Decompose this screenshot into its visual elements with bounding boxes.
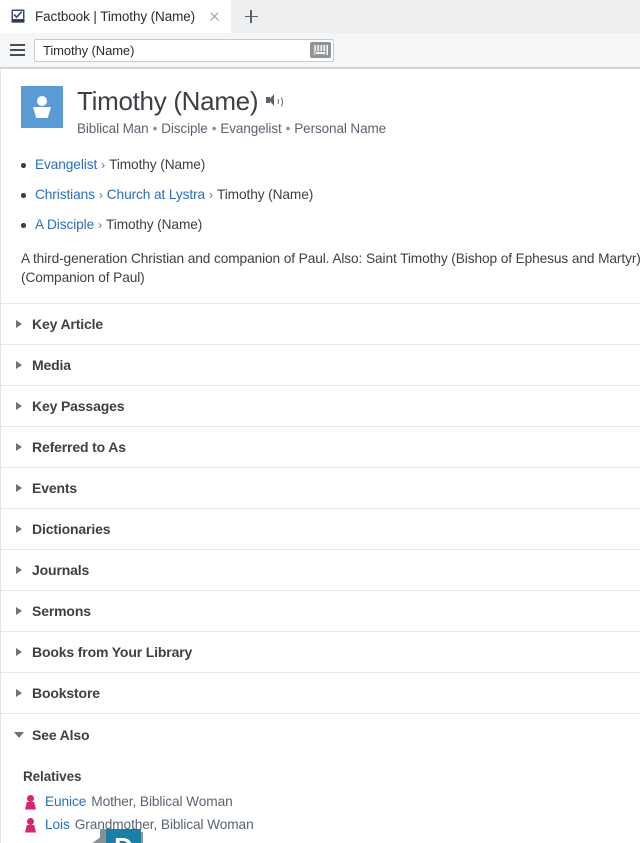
breadcrumb-current: Timothy (Name) [216,187,314,202]
entry-tag: Personal Name [294,121,387,136]
section-label: Key Passages [32,398,125,414]
chevron-right-icon [12,648,26,656]
relative-description: Mother, Biblical Woman [91,794,233,809]
person-female-icon [23,817,39,833]
tag-separator: • [285,121,291,136]
description-line-1: A third-generation Christian and compani… [21,251,640,266]
breadcrumb-separator: › [98,218,103,232]
section-accordion: Key Article Media Key Passages Referred … [1,303,640,836]
section-media[interactable]: Media [1,345,640,386]
person-male-icon [21,86,63,128]
section-label: Media [32,357,71,373]
entry-tag: Evangelist [220,121,282,136]
section-books-from-your-library[interactable]: Books from Your Library [1,632,640,673]
entry-tag: Biblical Man [77,121,149,136]
book-check-icon [10,8,27,25]
breadcrumb-list: Evangelist › Timothy (Name) Christians › Chu… [1,150,640,240]
breadcrumb-current: Timothy (Name) [106,217,203,232]
chevron-right-icon [12,607,26,615]
breadcrumb-link[interactable]: A Disciple [35,217,94,232]
chevron-right-icon [12,484,26,492]
close-icon[interactable] [206,8,223,25]
hamburger-menu-icon[interactable] [0,33,34,67]
browser-toolbar: Timothy (Name) [0,33,640,68]
chevron-right-icon [12,443,26,451]
tag-separator: • [211,121,217,136]
relative-link[interactable]: Lois [45,817,70,832]
list-item[interactable]: Eunice Mother, Biblical Woman [23,790,640,813]
browser-chrome: Factbook | Timothy (Name) Timothy (Name) [0,0,640,69]
search-input[interactable]: Timothy (Name) [34,38,334,62]
new-tab-button[interactable] [231,0,271,33]
description-line-2: (Companion of Paul) [21,270,145,285]
breadcrumb-current: Timothy (Name) [109,157,206,172]
chevron-right-icon [12,689,26,697]
section-key-article[interactable]: Key Article [1,304,640,345]
browser-tab-title: Factbook | Timothy (Name) [35,9,196,24]
speaker-icon[interactable] [266,94,283,108]
section-referred-to-as[interactable]: Referred to As [1,427,640,468]
breadcrumb-link[interactable]: Christians [35,187,95,202]
section-events[interactable]: Events [1,468,640,509]
section-label: Books from Your Library [32,644,193,660]
entry-tags: Biblical Man • Disciple • Evangelist • Persona… [77,121,386,136]
cursor-arrow-icon [89,837,101,843]
chevron-right-icon [12,525,26,533]
see-also-content: Relatives Eunice Mother, Biblical Woman … [1,755,640,836]
breadcrumb: Evangelist › Timothy (Name) [21,150,640,180]
person-female-icon [23,794,39,810]
section-label: Key Article [32,316,103,332]
section-label: See Also [32,726,90,743]
page-title: Timothy (Name) [77,86,259,116]
section-label: Journals [32,562,90,578]
breadcrumb-separator: › [209,188,213,202]
list-item[interactable]: Lois Grandmother, Biblical Woman [23,813,640,836]
breadcrumb-separator: › [101,158,106,172]
section-sermons[interactable]: Sermons [1,591,640,632]
search-input-value: Timothy (Name) [43,42,135,58]
relatives-group-title: Relatives [23,769,82,784]
section-label: Dictionaries [32,521,111,537]
entry-tag: Disciple [161,121,208,136]
chevron-right-icon [12,402,26,410]
section-label: Sermons [32,603,91,619]
chevron-right-icon [12,566,26,574]
section-see-also[interactable]: See Also [1,714,640,755]
keyboard-icon[interactable] [310,42,331,58]
breadcrumb-link[interactable]: Evangelist [35,157,97,172]
tag-separator: • [152,121,158,136]
entry-header: Timothy (Name) Biblical Man • Disciple • Eva… [1,69,640,136]
chevron-right-icon [12,361,26,369]
breadcrumb: Christians › Church at Lystra › Timothy (Nam… [21,180,640,210]
tab-strip-empty-area [271,0,640,33]
section-journals[interactable]: Journals [1,550,640,591]
section-bookstore[interactable]: Bookstore [1,673,640,714]
section-dictionaries[interactable]: Dictionaries [1,509,640,550]
relative-description: Grandmother, Biblical Woman [74,817,254,832]
relative-link[interactable]: Eunice [45,794,86,809]
chevron-right-icon [12,320,26,328]
section-label: Events [32,480,78,496]
breadcrumb-separator: › [98,188,103,202]
section-label: Bookstore [32,685,100,701]
breadcrumb-link[interactable]: Church at Lystra [107,187,205,202]
entry-description: A third-generation Christian and compani… [1,249,640,287]
tab-strip: Factbook | Timothy (Name) [0,0,640,33]
breadcrumb: A Disciple › Timothy (Name) [21,210,640,240]
browser-tab-active[interactable]: Factbook | Timothy (Name) [0,0,232,33]
chevron-down-icon [12,731,26,738]
factbook-page: Timothy (Name) Biblical Man • Disciple • Eva… [0,69,640,843]
section-label: Referred to As [32,439,126,455]
section-key-passages[interactable]: Key Passages [1,386,640,427]
